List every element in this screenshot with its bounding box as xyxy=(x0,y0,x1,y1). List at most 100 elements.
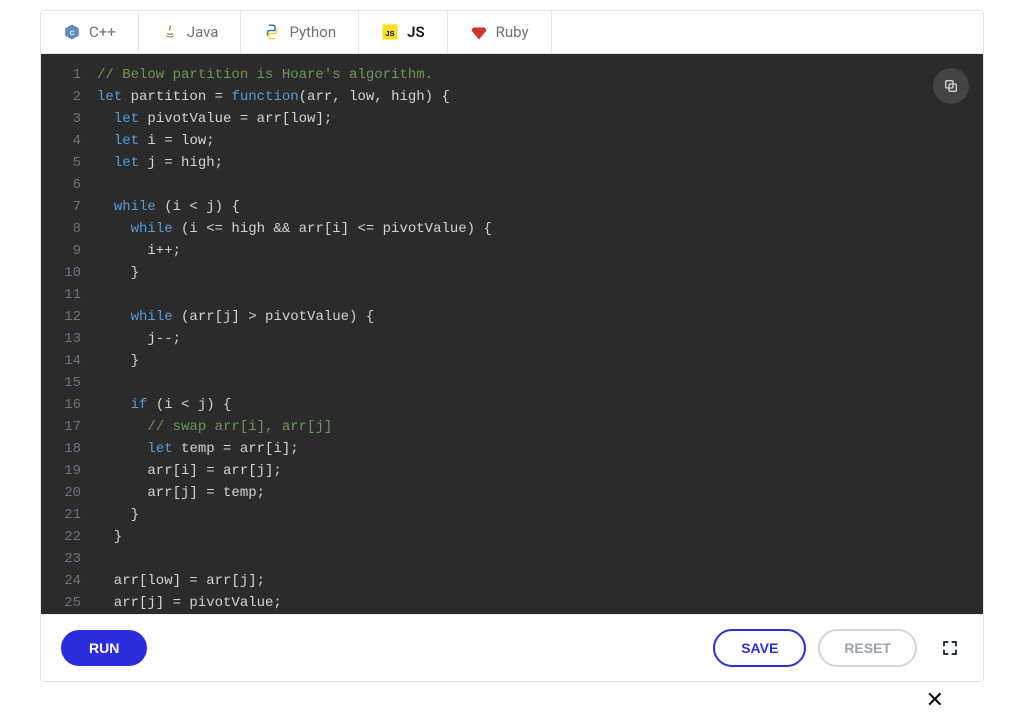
code-token: } xyxy=(97,529,122,545)
tab-ruby[interactable]: Ruby xyxy=(448,11,552,53)
line-number: 22 xyxy=(59,526,81,548)
code-token: temp = arr[i]; xyxy=(173,441,299,457)
run-button[interactable]: RUN xyxy=(61,630,147,666)
code-line[interactable]: let temp = arr[i]; xyxy=(97,438,967,460)
code-token: if xyxy=(131,397,148,413)
save-button[interactable]: SAVE xyxy=(713,629,806,667)
code-line[interactable]: } xyxy=(97,526,967,548)
code-line[interactable]: while (arr[j] > pivotValue) { xyxy=(97,306,967,328)
code-token xyxy=(97,397,131,413)
code-token: let xyxy=(97,89,122,105)
close-button[interactable]: ✕ xyxy=(40,682,984,713)
line-number: 12 xyxy=(59,306,81,328)
svg-text:C: C xyxy=(70,30,75,37)
svg-text:JS: JS xyxy=(386,29,395,38)
tab-label: Python xyxy=(289,23,336,41)
code-line[interactable] xyxy=(97,284,967,306)
tab-label: JS xyxy=(407,23,425,41)
code-token xyxy=(97,419,147,435)
code-token: } xyxy=(97,265,139,281)
code-token: let xyxy=(114,133,139,149)
code-editor-panel: CC++JavaPythonJSJSRuby 12345678910111213… xyxy=(40,10,984,682)
code-line[interactable]: } xyxy=(97,262,967,284)
code-token: (i < j) { xyxy=(147,397,231,413)
code-line[interactable]: j--; xyxy=(97,328,967,350)
code-token xyxy=(97,111,114,127)
tab-js[interactable]: JS JS xyxy=(359,11,448,53)
line-number: 15 xyxy=(59,372,81,394)
code-line[interactable]: } xyxy=(97,350,967,372)
line-number: 6 xyxy=(59,174,81,196)
code-line[interactable]: while (i < j) { xyxy=(97,196,967,218)
language-tabs: C C++ Java Python JS JS Ruby xyxy=(41,11,983,54)
code-token: (i < j) { xyxy=(156,199,240,215)
code-token xyxy=(97,199,114,215)
code-token: while xyxy=(131,309,173,325)
code-editor[interactable]: 1234567891011121314151617181920212223242… xyxy=(41,54,983,614)
line-number: 24 xyxy=(59,570,81,592)
code-line[interactable]: if (i < j) { xyxy=(97,394,967,416)
code-token: (arr, low, high) { xyxy=(299,89,450,105)
code-token: while xyxy=(114,199,156,215)
tab-java[interactable]: Java xyxy=(139,11,242,53)
code-line[interactable]: // swap arr[i], arr[j] xyxy=(97,416,967,438)
code-line[interactable] xyxy=(97,372,967,394)
code-line[interactable] xyxy=(97,174,967,196)
line-number: 5 xyxy=(59,152,81,174)
code-line[interactable] xyxy=(97,548,967,570)
code-token: pivotValue = arr[low]; xyxy=(139,111,332,127)
bottom-toolbar: RUN SAVE RESET xyxy=(41,614,983,681)
code-token xyxy=(97,133,114,149)
code-line[interactable]: arr[j] = pivotValue; xyxy=(97,592,967,614)
tab-cplusplus[interactable]: C C++ xyxy=(41,11,139,53)
tab-python[interactable]: Python xyxy=(241,11,359,53)
code-line[interactable]: i++; xyxy=(97,240,967,262)
line-number: 10 xyxy=(59,262,81,284)
code-area[interactable]: // Below partition is Hoare's algorithm.… xyxy=(91,54,983,614)
reset-button[interactable]: RESET xyxy=(818,629,917,667)
line-number: 2 xyxy=(59,86,81,108)
code-token: (arr[j] > pivotValue) { xyxy=(173,309,375,325)
code-line[interactable]: arr[j] = temp; xyxy=(97,482,967,504)
code-line[interactable]: let j = high; xyxy=(97,152,967,174)
code-line[interactable]: // Below partition is Hoare's algorithm. xyxy=(97,64,967,86)
code-line[interactable]: let partition = function(arr, low, high)… xyxy=(97,86,967,108)
code-token: partition = xyxy=(122,89,231,105)
code-token: } xyxy=(97,507,139,523)
code-token: function xyxy=(231,89,298,105)
line-number: 4 xyxy=(59,130,81,152)
line-number-gutter: 1234567891011121314151617181920212223242… xyxy=(41,54,91,614)
line-number: 16 xyxy=(59,394,81,416)
line-number: 8 xyxy=(59,218,81,240)
code-token: let xyxy=(147,441,172,457)
code-token: i = low; xyxy=(139,133,215,149)
line-number: 23 xyxy=(59,548,81,570)
line-number: 19 xyxy=(59,460,81,482)
code-line[interactable]: } xyxy=(97,504,967,526)
js-icon: JS xyxy=(381,23,399,41)
code-token: arr[j] = pivotValue; xyxy=(97,595,282,611)
code-token xyxy=(97,221,131,237)
copy-button[interactable] xyxy=(933,68,969,104)
code-line[interactable]: let pivotValue = arr[low]; xyxy=(97,108,967,130)
code-token: while xyxy=(131,221,173,237)
code-token xyxy=(97,441,147,457)
code-token: j--; xyxy=(97,331,181,347)
python-icon xyxy=(263,23,281,41)
line-number: 11 xyxy=(59,284,81,306)
fullscreen-button[interactable] xyxy=(937,635,963,661)
line-number: 14 xyxy=(59,350,81,372)
line-number: 20 xyxy=(59,482,81,504)
code-line[interactable]: let i = low; xyxy=(97,130,967,152)
code-line[interactable]: while (i <= high && arr[i] <= pivotValue… xyxy=(97,218,967,240)
code-token: arr[j] = temp; xyxy=(97,485,265,501)
code-token: (i <= high && arr[i] <= pivotValue) { xyxy=(173,221,492,237)
editor-wrap: 1234567891011121314151617181920212223242… xyxy=(41,54,983,614)
tab-label: C++ xyxy=(89,23,116,41)
code-token: } xyxy=(97,353,139,369)
code-token: j = high; xyxy=(139,155,223,171)
code-line[interactable]: arr[i] = arr[j]; xyxy=(97,460,967,482)
copy-icon xyxy=(943,78,959,94)
line-number: 17 xyxy=(59,416,81,438)
code-line[interactable]: arr[low] = arr[j]; xyxy=(97,570,967,592)
